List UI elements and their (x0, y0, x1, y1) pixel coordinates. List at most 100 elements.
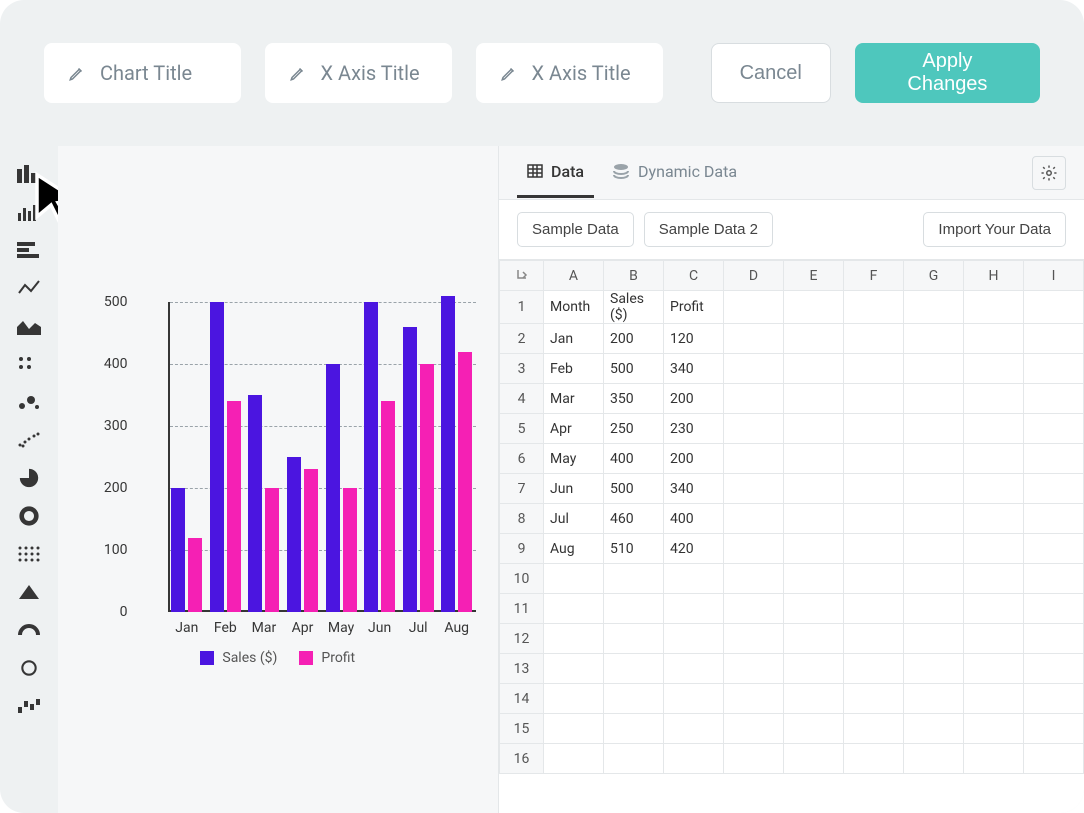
cell[interactable] (1024, 564, 1084, 594)
bar[interactable] (304, 469, 318, 612)
scatter-dots-icon[interactable] (16, 354, 42, 374)
scatter-grid-icon[interactable] (16, 430, 42, 450)
cell[interactable] (844, 654, 904, 684)
row-header[interactable]: 4 (500, 384, 544, 414)
cell[interactable] (964, 474, 1024, 504)
bar[interactable] (458, 352, 472, 612)
cell[interactable] (664, 624, 724, 654)
chart-title-input[interactable]: Chart Title (44, 43, 241, 103)
cell[interactable]: Aug (544, 534, 604, 564)
cell[interactable] (784, 504, 844, 534)
cell[interactable] (1024, 684, 1084, 714)
row-header[interactable]: 5 (500, 414, 544, 444)
column-chart-icon[interactable] (16, 202, 42, 222)
cell[interactable] (964, 324, 1024, 354)
cell[interactable] (964, 291, 1024, 324)
cell[interactable] (904, 624, 964, 654)
cell[interactable] (1024, 504, 1084, 534)
tab-data[interactable]: Data (517, 148, 594, 198)
row-header[interactable]: 15 (500, 714, 544, 744)
cell[interactable] (1024, 414, 1084, 444)
bar[interactable] (381, 401, 395, 612)
bar[interactable] (420, 364, 434, 612)
cell[interactable] (964, 714, 1024, 744)
cell[interactable] (844, 474, 904, 504)
cell[interactable]: 250 (604, 414, 664, 444)
import-data-button[interactable]: Import Your Data (923, 212, 1066, 247)
cell[interactable] (844, 291, 904, 324)
cell[interactable] (784, 564, 844, 594)
cell[interactable] (964, 504, 1024, 534)
cell[interactable]: 420 (664, 534, 724, 564)
cell[interactable] (724, 474, 784, 504)
spreadsheet[interactable]: ABCDEFGHI 1MonthSales ($)Profit2Jan20012… (499, 259, 1084, 813)
settings-button[interactable] (1032, 156, 1066, 190)
column-header[interactable]: C (664, 261, 724, 291)
cell[interactable]: 400 (604, 444, 664, 474)
cell[interactable] (904, 654, 964, 684)
cell[interactable]: Jul (544, 504, 604, 534)
cell[interactable] (1024, 714, 1084, 744)
cell[interactable] (1024, 444, 1084, 474)
cell[interactable] (844, 504, 904, 534)
cell[interactable]: 200 (664, 444, 724, 474)
cell[interactable] (904, 504, 964, 534)
cell[interactable] (784, 414, 844, 444)
cell[interactable]: Jun (544, 474, 604, 504)
cell[interactable] (964, 594, 1024, 624)
cell[interactable] (904, 384, 964, 414)
column-header[interactable]: I (1024, 261, 1084, 291)
cell[interactable] (784, 744, 844, 774)
cancel-button[interactable]: Cancel (711, 43, 831, 103)
cell[interactable] (724, 291, 784, 324)
cell[interactable] (844, 744, 904, 774)
cell[interactable] (904, 474, 964, 504)
cell[interactable] (604, 744, 664, 774)
cell[interactable] (844, 564, 904, 594)
row-header[interactable]: 11 (500, 594, 544, 624)
cell[interactable] (664, 684, 724, 714)
cell[interactable]: 460 (604, 504, 664, 534)
cell[interactable] (1024, 534, 1084, 564)
y-axis-title-input[interactable]: X Axis Title (476, 43, 663, 103)
cell[interactable] (964, 444, 1024, 474)
bar[interactable] (326, 364, 340, 612)
cell[interactable] (964, 564, 1024, 594)
cell[interactable] (904, 594, 964, 624)
cell[interactable] (784, 714, 844, 744)
bar[interactable] (248, 395, 262, 612)
sample-data-2-button[interactable]: Sample Data 2 (644, 212, 773, 247)
cell[interactable] (904, 414, 964, 444)
cell[interactable] (844, 414, 904, 444)
bar[interactable] (403, 327, 417, 612)
row-header[interactable]: 12 (500, 624, 544, 654)
pie-chart-icon[interactable] (16, 468, 42, 488)
cell[interactable]: 340 (664, 354, 724, 384)
cell[interactable] (904, 744, 964, 774)
cell[interactable] (724, 504, 784, 534)
cell[interactable] (844, 354, 904, 384)
cell[interactable] (1024, 744, 1084, 774)
sheet-corner[interactable] (500, 261, 544, 291)
row-header[interactable]: 8 (500, 504, 544, 534)
cell[interactable] (844, 714, 904, 744)
legend-item[interactable]: Profit (299, 650, 355, 666)
cell[interactable] (784, 534, 844, 564)
cell[interactable] (724, 384, 784, 414)
cell[interactable]: Apr (544, 414, 604, 444)
row-header[interactable]: 2 (500, 324, 544, 354)
donut-chart-icon[interactable] (16, 506, 42, 526)
cell[interactable]: 230 (664, 414, 724, 444)
bar[interactable] (210, 302, 224, 612)
cell[interactable] (544, 744, 604, 774)
cell[interactable] (784, 384, 844, 414)
cell[interactable]: 500 (604, 354, 664, 384)
bar-chart-icon[interactable] (16, 164, 42, 184)
bubble-chart-icon[interactable] (16, 392, 42, 412)
cell[interactable] (844, 624, 904, 654)
cell[interactable] (784, 354, 844, 384)
cell[interactable] (844, 534, 904, 564)
horizontal-bar-icon[interactable] (16, 240, 42, 260)
cell[interactable] (544, 714, 604, 744)
cell[interactable] (544, 594, 604, 624)
